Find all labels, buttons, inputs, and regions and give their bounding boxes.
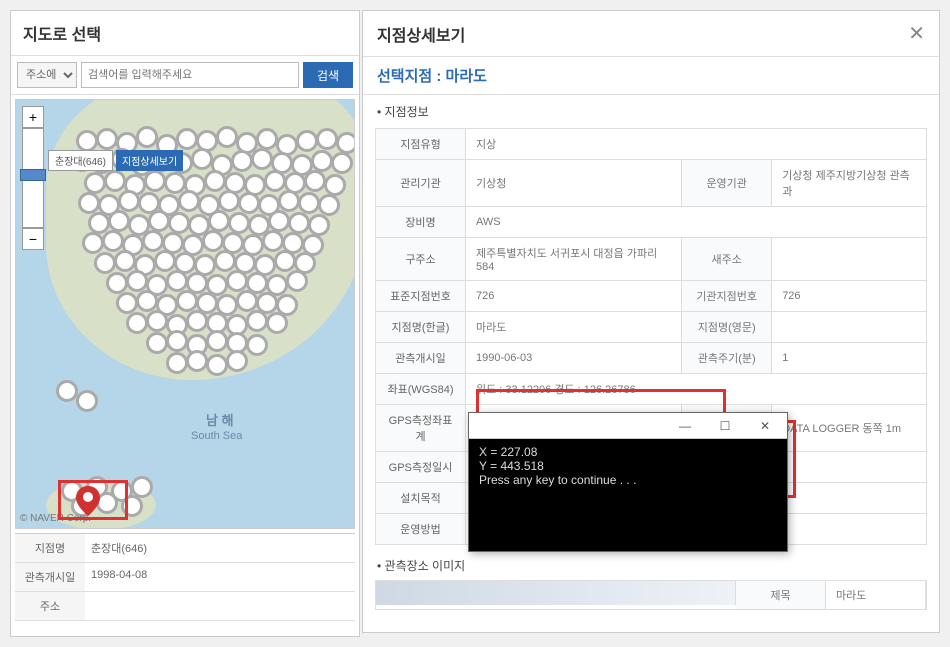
search-row: 주소에서 검색 (11, 56, 359, 95)
footer-title-value: 마라도 (826, 581, 926, 609)
zoom-thumb[interactable] (20, 169, 46, 181)
table-row: 표준지점번호 726 기관지점번호 726 (376, 281, 927, 312)
console-titlebar[interactable]: — ☐ ✕ (469, 413, 787, 439)
table-row: 관측개시일 1998-04-08 (15, 563, 355, 592)
type-value: 지상 (466, 129, 927, 160)
console-window[interactable]: — ☐ ✕ X = 227.08 Y = 443.518 Press any k… (468, 412, 788, 552)
search-type-select[interactable]: 주소에서 (17, 62, 77, 88)
highlight-box-map (58, 480, 128, 520)
zoom-controls: + − (22, 106, 44, 250)
addr-value: 제주특별자치도 서귀포시 대정읍 가파리 584 (466, 238, 682, 281)
map-tooltip: 춘장대(646) 지점상세보기 (48, 150, 183, 171)
table-row: 구주소 제주특별자치도 서귀포시 대정읍 가파리 584 새주소 (376, 238, 927, 281)
sea-label-en: South Sea (191, 430, 242, 442)
selected-prefix: 선택지점 : (377, 68, 441, 85)
map-panel: 지도로 선택 주소에서 검색 + − 춘장대(646) 지점상세보기 (10, 10, 360, 637)
start-date-label: 관측개시일 (15, 563, 85, 591)
table-row: 관리기관 기상청 운영기관 기상청 제주지방기상청 관측과 (376, 160, 927, 207)
kr-name-value: 마라도 (466, 312, 682, 343)
type-label: 지점유형 (376, 129, 466, 160)
selected-name: 마라도 (446, 68, 487, 85)
address-label: 주소 (15, 592, 85, 620)
section-image-title: • 관측장소 이미지 (363, 549, 939, 578)
console-output: X = 227.08 Y = 443.518 Press any key to … (469, 439, 787, 493)
zoom-out-button[interactable]: − (22, 228, 44, 250)
station-summary-table: 지점명 춘장대(646) 관측개시일 1998-04-08 주소 (15, 533, 355, 621)
equip-value: AWS (466, 207, 927, 238)
table-row: 주소 (15, 592, 355, 621)
org-no-label: 기관지점번호 (682, 281, 772, 312)
tooltip-station-name: 춘장대(646) (48, 150, 113, 171)
map-panel-title: 지도로 선택 (11, 11, 359, 56)
std-no-label: 표준지점번호 (376, 281, 466, 312)
equip-label: 장비명 (376, 207, 466, 238)
section-info-title: • 지점정보 (363, 95, 939, 124)
mgr-label: 관리기관 (376, 160, 466, 207)
std-no-value: 726 (466, 281, 682, 312)
install-label: 설치목적 (376, 483, 466, 514)
sea-label-kr: 남 해 (206, 410, 234, 429)
method-label: 운영방법 (376, 514, 466, 545)
station-name-value: 춘장대(646) (85, 534, 355, 562)
en-name-value (772, 312, 927, 343)
detail-title: 지점상세보기 (377, 22, 465, 46)
table-row: 관측개시일 1990-06-03 관측주기(분) 1 (376, 343, 927, 374)
tooltip-detail-button[interactable]: 지점상세보기 (116, 150, 183, 171)
mgr-value: 기상청 (466, 160, 682, 207)
close-icon[interactable]: ✕ (908, 21, 925, 46)
oper-label: 운영기관 (682, 160, 772, 207)
oper-value: 기상청 제주지방기상청 관측과 (772, 160, 927, 207)
coord-label: 좌표(WGS84) (376, 374, 466, 405)
footer-title-label: 제목 (736, 581, 826, 609)
en-name-label: 지점명(영문) (682, 312, 772, 343)
search-input[interactable] (81, 62, 299, 88)
gps-time-label: GPS측정일시 (376, 452, 466, 483)
start-label: 관측개시일 (376, 343, 466, 374)
zoom-in-button[interactable]: + (22, 106, 44, 128)
table-row: 장비명 AWS (376, 207, 927, 238)
close-console-icon[interactable]: ✕ (747, 416, 783, 436)
table-row: 지점명 춘장대(646) (15, 534, 355, 563)
newaddr-value (772, 238, 927, 281)
start-value: 1990-06-03 (466, 343, 682, 374)
newaddr-label: 새주소 (682, 238, 772, 281)
maximize-icon[interactable]: ☐ (707, 416, 743, 436)
station-name-label: 지점명 (15, 534, 85, 562)
period-value: 1 (772, 343, 927, 374)
gps-coord-label: GPS측정좌표계 (376, 405, 466, 452)
search-button[interactable]: 검색 (303, 62, 353, 88)
address-value (85, 592, 355, 620)
period-label: 관측주기(분) (682, 343, 772, 374)
selected-point: 선택지점 : 마라도 (363, 57, 939, 95)
zoom-slider[interactable] (22, 128, 44, 228)
map-container[interactable]: + − 춘장대(646) 지점상세보기 (15, 99, 355, 529)
image-preview (376, 581, 736, 605)
minimize-icon[interactable]: — (667, 416, 703, 436)
table-row: 지점유형 지상 (376, 129, 927, 160)
addr-label: 구주소 (376, 238, 466, 281)
image-footer-row: 제목 마라도 (375, 580, 927, 610)
org-no-value: 726 (772, 281, 927, 312)
start-date-value: 1998-04-08 (85, 563, 355, 591)
kr-name-label: 지점명(한글) (376, 312, 466, 343)
table-row: 지점명(한글) 마라도 지점명(영문) (376, 312, 927, 343)
detail-header: 지점상세보기 ✕ (363, 11, 939, 57)
